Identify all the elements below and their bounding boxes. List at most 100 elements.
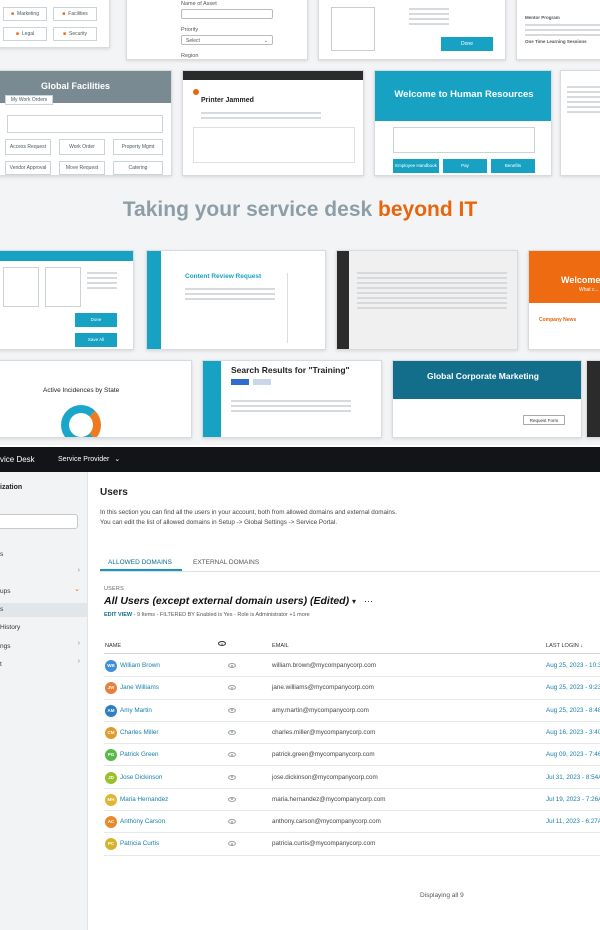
page-title: Users	[100, 487, 128, 498]
sidebar-item[interactable]: s	[0, 548, 88, 562]
tile-label: Legal	[21, 31, 35, 37]
search-results-card: Search Results for "Training"	[202, 360, 382, 438]
user-name-link[interactable]: Charles Miller	[120, 729, 159, 736]
user-name-link[interactable]: William Brown	[120, 662, 160, 669]
sidebar-item-history[interactable]: History	[0, 621, 88, 635]
tab-allowed-domains[interactable]: ALLOWED DOMAINS	[108, 559, 172, 566]
chevron-down-icon: ⌄	[263, 38, 268, 44]
text-lines	[525, 21, 600, 39]
user-name-link[interactable]: Patricia Curtis	[120, 840, 159, 847]
user-name-link[interactable]: Anthony Carson	[120, 818, 165, 825]
more-options-icon[interactable]: ⋯	[364, 596, 373, 607]
reply-box	[193, 127, 355, 163]
review-title: Content Review Request	[185, 273, 262, 280]
global-facilities-card: Global Facilities My Work Orders Access …	[0, 70, 172, 176]
user-last-login: Aug 25, 2023 - 9:23A	[546, 684, 600, 692]
priority-label: Priority	[181, 27, 199, 33]
avatar: AC	[105, 816, 117, 829]
marketing-collage: ■ Marketing ■ Facilities ■ Legal ■ Security …	[0, 0, 600, 445]
table-row[interactable]: AM Amy Martin amy.martin@mycompanycorp.com…	[104, 700, 600, 722]
asset-name-label: Name of Asset	[181, 1, 217, 7]
tagline-main: Taking your service desk	[122, 198, 373, 221]
table-row[interactable]: MH Maria Hernandez maria.hernandez@mycompa…	[104, 789, 600, 812]
sidebar-item-groups[interactable]: ups ⌄	[0, 585, 88, 599]
tab-external-domains[interactable]: EXTERNAL DOMAINS	[193, 559, 259, 566]
column-name[interactable]: NAME	[105, 643, 121, 649]
table-row[interactable]: PG Patrick Green patrick.green@mycompanyco…	[104, 744, 600, 767]
sidebar-item[interactable]: ›	[0, 567, 88, 581]
eye-icon[interactable]	[228, 707, 236, 713]
sidebar-item-users[interactable]: s	[0, 603, 88, 617]
sidebar-item-label: History	[0, 624, 21, 631]
tile-security: ■ Security	[53, 27, 97, 41]
chevron-right-icon: ›	[77, 567, 80, 574]
request-form-button: Request Form	[523, 415, 565, 425]
dept-box	[45, 267, 81, 307]
printer-title: Printer Jammed	[201, 97, 254, 104]
user-name-link[interactable]: Patrick Green	[120, 751, 159, 758]
sidebar-item-label: s	[0, 551, 4, 558]
caret-down-icon[interactable]: ▾	[352, 597, 356, 606]
user-name-link[interactable]: Jane Williams	[120, 684, 159, 691]
eye-icon[interactable]	[228, 752, 236, 758]
user-name-link[interactable]: Amy Martin	[120, 707, 152, 714]
table-row[interactable]: WB William Brown william.brown@mycompanyco…	[104, 655, 600, 678]
user-email: jose.dickinson@mycompanycorp.com	[272, 773, 378, 781]
table-row[interactable]: JW Jane Williams jane.williams@mycompanyco…	[104, 677, 600, 700]
tile-legal: ■ Legal	[3, 27, 47, 41]
eye-icon[interactable]	[228, 663, 236, 668]
chevron-down-icon: ⌄	[114, 456, 121, 463]
save-all-button: Save All	[75, 333, 117, 347]
column-email[interactable]: EMAIL	[272, 643, 289, 649]
user-email: maria.hernandez@mycompanycorp.com	[272, 795, 386, 803]
sidebar-item[interactable]: t ›	[0, 658, 88, 672]
sidebar: ization s › ups ⌄ s History ngs › t ›	[0, 472, 88, 930]
eye-icon[interactable]	[228, 774, 236, 780]
ticket-icon	[193, 89, 199, 95]
welcome-title: Welcome	[561, 275, 600, 285]
form-box	[331, 7, 375, 51]
eye-icon[interactable]	[228, 729, 236, 735]
departments-card: ■ Marketing ■ Facilities ■ Legal ■ Security	[0, 0, 110, 48]
welcome-sub: What c...	[579, 287, 599, 293]
sidebar-item-label: s	[0, 606, 4, 613]
welcome-card: Welcome What c... Company News	[528, 250, 600, 350]
user-name-link[interactable]: Maria Hernandez	[120, 796, 168, 803]
avatar: PG	[105, 749, 117, 762]
table-row[interactable]: JD Jose Dickinson jose.dickinson@mycompany…	[104, 767, 600, 789]
user-email: jane.williams@mycompanycorp.com	[272, 684, 374, 692]
user-name-link[interactable]: Jose Dickinson	[120, 774, 162, 781]
avatar: AM	[105, 704, 117, 717]
app-brand[interactable]: vice Desk	[0, 455, 35, 464]
link-list	[409, 5, 449, 28]
table-row[interactable]: PC Patricia Curtis patricia.curtis@mycompa…	[104, 833, 600, 856]
table-lines	[357, 269, 507, 312]
edit-view-link[interactable]: EDIT VIEW	[104, 612, 132, 618]
avatar: JW	[105, 682, 117, 695]
eye-icon[interactable]	[228, 685, 236, 691]
sidebar-item-label: ngs	[0, 643, 11, 650]
table-row[interactable]: AC Anthony Carson anthony.carson@mycompany…	[104, 811, 600, 834]
user-last-login: Jul 11, 2023 - 6:27AM	[546, 818, 600, 826]
tile-marketing: ■ Marketing	[3, 7, 47, 21]
service-provider-dropdown[interactable]: Service Provider ⌄	[58, 455, 120, 463]
user-email: patrick.green@mycompanycorp.com	[272, 751, 375, 759]
table-row[interactable]: CM Charles Miller charles.miller@mycompany…	[104, 722, 600, 745]
review-form	[287, 273, 321, 343]
result-lines	[231, 397, 351, 415]
eye-icon[interactable]	[228, 796, 236, 802]
asset-form-card: Name of Asset Priority Select ⌄ Region	[126, 0, 308, 60]
sidebar-search-input[interactable]	[0, 514, 78, 529]
user-email: william.brown@mycompanycorp.com	[272, 662, 377, 669]
user-last-login: Aug 09, 2023 - 7:46A	[546, 751, 600, 759]
dashboard-card-partial	[560, 70, 600, 176]
column-last-login[interactable]: LAST LOGIN ↓	[546, 643, 583, 649]
eye-icon[interactable]	[228, 819, 236, 825]
eye-icon[interactable]	[228, 841, 236, 847]
top-navigation-bar: vice Desk Service Provider ⌄	[0, 447, 600, 472]
page-description: In this section you can find all the use…	[100, 509, 397, 526]
priority-select-value: Select	[186, 38, 200, 44]
sidebar-item-settings[interactable]: ngs ›	[0, 640, 88, 654]
view-selector[interactable]: All Users (except external domain users)…	[104, 595, 349, 607]
hr-message-box	[393, 127, 535, 153]
